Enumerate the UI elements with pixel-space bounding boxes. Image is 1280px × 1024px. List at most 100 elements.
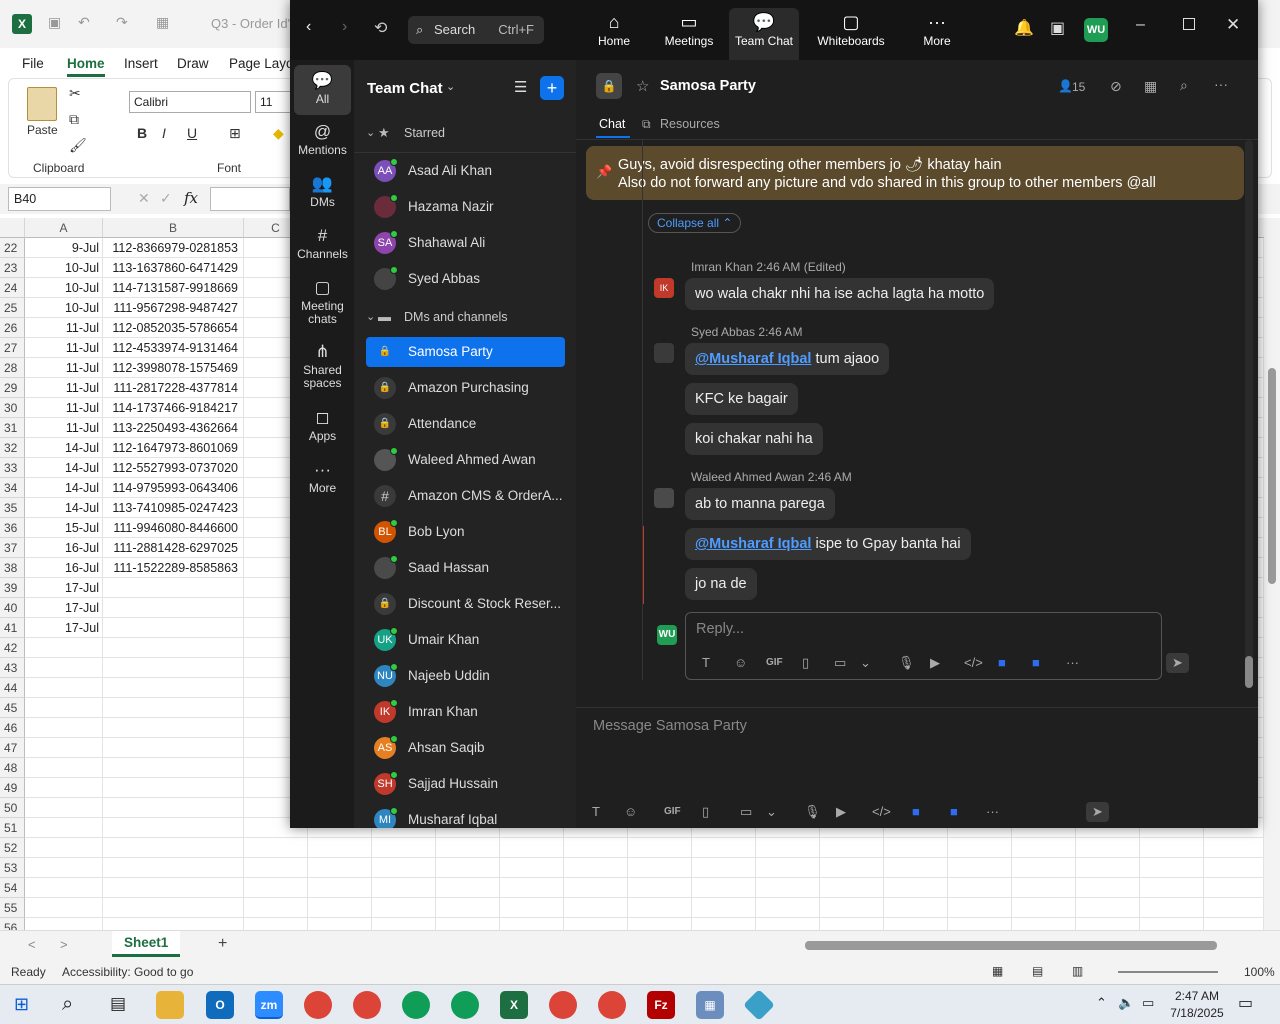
row-header[interactable]: 46 bbox=[0, 718, 25, 738]
tray-chevron-icon[interactable]: ⌃ bbox=[1096, 995, 1107, 1011]
nav-home[interactable]: ⌂ Home bbox=[586, 10, 642, 48]
format-text-icon[interactable]: T bbox=[702, 655, 710, 670]
normal-view-icon[interactable]: ▦ bbox=[992, 964, 1003, 978]
sender-name[interactable]: Imran Khan bbox=[691, 260, 753, 274]
horizontal-scroll-thumb[interactable] bbox=[805, 941, 1217, 950]
cell-a[interactable] bbox=[25, 858, 103, 878]
schedule-icon[interactable]: ▦ bbox=[1144, 78, 1157, 95]
cell-a[interactable]: 16-Jul bbox=[25, 538, 103, 558]
cell-a[interactable] bbox=[25, 898, 103, 918]
nav-team-chat[interactable]: 💬 Team Chat bbox=[729, 8, 799, 60]
screenshot-icon[interactable]: ▭ bbox=[740, 804, 752, 820]
row-header[interactable]: 41 bbox=[0, 618, 25, 638]
outlook-icon[interactable]: O bbox=[206, 991, 234, 1019]
channel-options-icon[interactable]: ··· bbox=[1214, 76, 1228, 92]
more-icon[interactable]: ··· bbox=[1066, 655, 1079, 670]
cell-b[interactable]: 113-2250493-4362664 bbox=[103, 418, 244, 438]
cell-a[interactable]: 17-Jul bbox=[25, 598, 103, 618]
sidebar-title[interactable]: Team Chat bbox=[367, 80, 443, 97]
row-header[interactable]: 33 bbox=[0, 458, 25, 478]
row-header[interactable]: 24 bbox=[0, 278, 25, 298]
task-view-icon[interactable]: ▤ bbox=[110, 994, 126, 1014]
chrome-profile-icon[interactable] bbox=[451, 991, 479, 1019]
cell-b[interactable]: 111-2817228-4377814 bbox=[103, 378, 244, 398]
dms-header[interactable]: DMs and channels bbox=[404, 310, 508, 324]
chrome-profile-icon[interactable] bbox=[353, 991, 381, 1019]
sender-name[interactable]: Syed Abbas bbox=[691, 325, 755, 339]
message-bubble[interactable]: KFC ke bagair bbox=[685, 383, 798, 415]
video-clip-icon[interactable]: ▶ bbox=[930, 655, 940, 671]
cell-a[interactable] bbox=[25, 678, 103, 698]
rail-item-apps[interactable]: ◻ Apps bbox=[294, 406, 351, 443]
sender-avatar[interactable] bbox=[654, 343, 674, 363]
cell-a[interactable]: 11-Jul bbox=[25, 418, 103, 438]
mic-icon[interactable]: 🎙 bbox=[898, 655, 915, 671]
row-header[interactable]: 27 bbox=[0, 338, 25, 358]
sidebar-item[interactable]: AA Asad Ali Khan bbox=[366, 156, 565, 186]
cell-b[interactable]: 112-0852035-5786654 bbox=[103, 318, 244, 338]
reply-box[interactable]: Reply... T ☺ GIF ▯ ▭ ⌄ 🎙 ▶ </> ■ ■ ··· ➤ bbox=[685, 612, 1189, 680]
sidebar-item[interactable]: IK Imran Khan bbox=[366, 697, 565, 727]
more-icon[interactable]: ··· bbox=[986, 804, 999, 819]
cell-b[interactable]: 111-2881428-6297025 bbox=[103, 538, 244, 558]
sidebar-item[interactable]: MI Musharaf Iqbal bbox=[366, 805, 565, 828]
chrome-profile-icon[interactable] bbox=[402, 991, 430, 1019]
mic-icon[interactable]: 🎙 bbox=[804, 804, 821, 820]
cell-row-rest[interactable] bbox=[244, 838, 1264, 858]
clock-date[interactable]: 7/18/2025 bbox=[1168, 1006, 1226, 1020]
row-header[interactable]: 36 bbox=[0, 518, 25, 538]
cell-row-rest[interactable] bbox=[244, 898, 1264, 918]
cell-a[interactable] bbox=[25, 778, 103, 798]
sidebar-item[interactable]: UK Umair Khan bbox=[366, 625, 565, 655]
paste-button[interactable]: Paste bbox=[27, 123, 58, 137]
cell-b[interactable]: 112-4533974-9131464 bbox=[103, 338, 244, 358]
cell-b[interactable] bbox=[103, 698, 244, 718]
row-header[interactable]: 22 bbox=[0, 238, 25, 258]
row-header[interactable]: 35 bbox=[0, 498, 25, 518]
cell-b[interactable] bbox=[103, 838, 244, 858]
cell-a[interactable]: 10-Jul bbox=[25, 278, 103, 298]
cell-a[interactable]: 9-Jul bbox=[25, 238, 103, 258]
cell-b[interactable]: 112-3998078-1575469 bbox=[103, 358, 244, 378]
row-header[interactable]: 31 bbox=[0, 418, 25, 438]
chrome-profile-icon[interactable] bbox=[549, 991, 577, 1019]
cancel-icon[interactable]: ✕ bbox=[138, 190, 150, 207]
file-icon[interactable]: ▯ bbox=[802, 655, 809, 671]
back-icon[interactable]: ‹ bbox=[306, 18, 311, 36]
rail-item-shared-spaces[interactable]: ⋔ Shared spaces bbox=[294, 340, 351, 390]
row-header[interactable]: 32 bbox=[0, 438, 25, 458]
message-bubble[interactable]: jo na de bbox=[685, 568, 757, 600]
bold-button[interactable]: B bbox=[137, 125, 147, 141]
cell-a[interactable]: 14-Jul bbox=[25, 478, 103, 498]
font-size-select[interactable]: 11 bbox=[255, 91, 291, 113]
rail-item-dms[interactable]: 👥 DMs bbox=[294, 172, 351, 209]
sidebar-item[interactable]: SH Sajjad Hussain bbox=[366, 769, 565, 799]
star-outline-icon[interactable]: ☆ bbox=[636, 77, 649, 95]
insert-function-icon[interactable]: fx bbox=[184, 189, 198, 207]
cell-b[interactable] bbox=[103, 818, 244, 838]
sidebar-item[interactable]: NU Najeeb Uddin bbox=[366, 661, 565, 691]
maximize-icon[interactable] bbox=[1183, 18, 1195, 30]
send-icon[interactable]: ➤ bbox=[1166, 653, 1189, 673]
row-header[interactable]: 40 bbox=[0, 598, 25, 618]
cell-a[interactable]: 14-Jul bbox=[25, 458, 103, 478]
tab-insert[interactable]: Insert bbox=[124, 56, 158, 71]
windows-start-icon[interactable]: ⊞ bbox=[14, 994, 29, 1015]
cell-a[interactable]: 11-Jul bbox=[25, 338, 103, 358]
app-icon[interactable]: ■ bbox=[998, 655, 1006, 670]
cell-b[interactable] bbox=[103, 658, 244, 678]
notifications-icon[interactable]: ▭ bbox=[1238, 993, 1253, 1013]
cell-b[interactable]: 111-1522289-8585863 bbox=[103, 558, 244, 578]
nav-meetings[interactable]: ▭ Meetings bbox=[656, 10, 722, 48]
message-bubble[interactable]: @Musharaf Iqbal ispe to Gpay banta hai bbox=[685, 528, 971, 560]
starred-header[interactable]: Starred bbox=[404, 126, 445, 140]
next-sheet-icon[interactable]: > bbox=[60, 937, 68, 952]
chevron-down-icon[interactable]: ⌄ bbox=[860, 655, 871, 671]
format-painter-icon[interactable]: 🖌 bbox=[69, 137, 87, 154]
cell-b[interactable]: 113-1637860-6471429 bbox=[103, 258, 244, 278]
cell-a[interactable] bbox=[25, 738, 103, 758]
gif-icon[interactable]: GIF bbox=[664, 806, 681, 817]
cell-b[interactable]: 114-9795993-0643406 bbox=[103, 478, 244, 498]
table-icon[interactable]: ▦ bbox=[156, 14, 169, 31]
vertical-scrollbar[interactable] bbox=[1264, 218, 1280, 930]
